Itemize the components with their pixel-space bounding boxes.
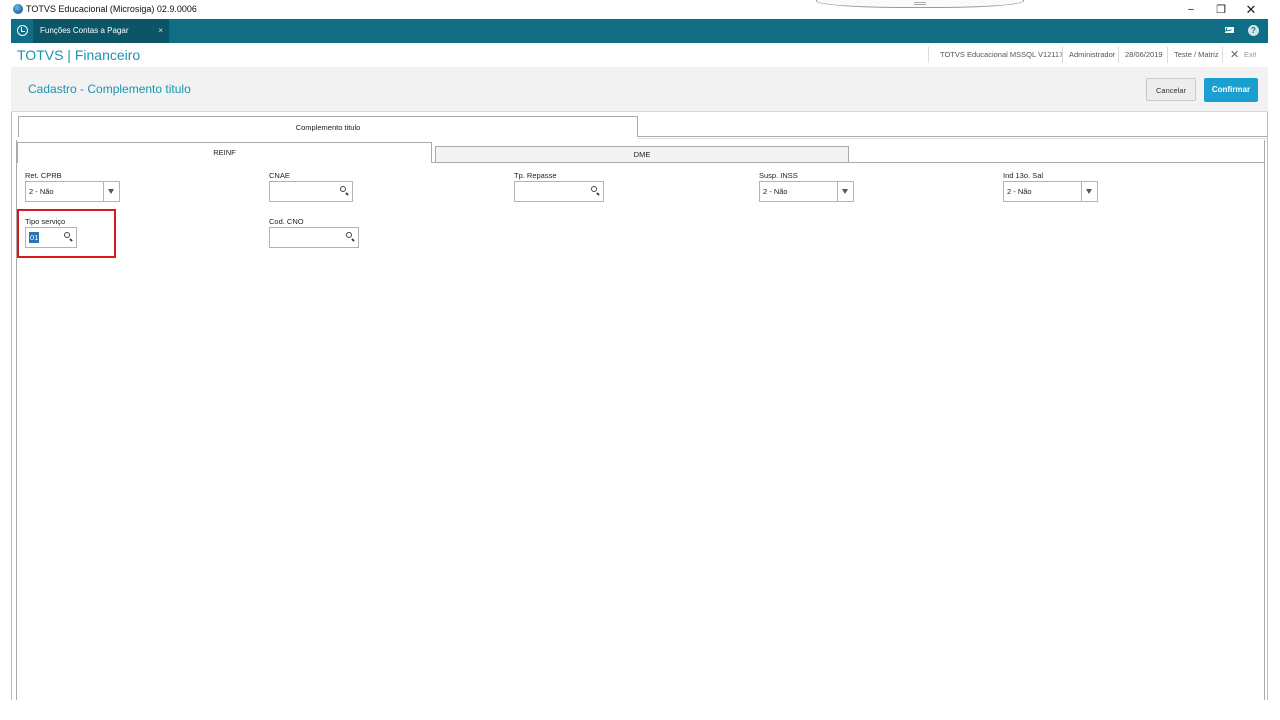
ret-cprb-value: 2 - Não	[29, 187, 54, 196]
drag-handle[interactable]	[816, 0, 1024, 8]
cnae-input[interactable]	[269, 181, 353, 202]
search-icon[interactable]	[591, 186, 599, 196]
help-icon[interactable]: ?	[1248, 25, 1259, 36]
window-titlebar: TOTVS Educacional (Microsiga) 02.9.0006 …	[0, 0, 1280, 19]
exit-link[interactable]: Exit	[1244, 43, 1257, 67]
page-header: Cadastro - Complemento titulo Cancelar C…	[11, 67, 1268, 112]
app-globe-icon	[13, 4, 23, 14]
cnae-label: CNAE	[269, 171, 290, 180]
maximize-button[interactable]: ❐	[1213, 2, 1229, 18]
tab-dme[interactable]: DME	[435, 146, 849, 163]
susp-inss-value: 2 - Não	[763, 187, 788, 196]
home-icon[interactable]	[17, 25, 28, 36]
divider	[432, 162, 1265, 163]
divider	[1167, 47, 1168, 63]
divider	[1062, 47, 1063, 63]
confirm-button[interactable]: Confirmar	[1204, 78, 1258, 102]
cod-cno-label: Cod. CNO	[269, 217, 304, 226]
minimize-button[interactable]: −	[1183, 2, 1199, 18]
ind-13o-sal-value: 2 - Não	[1007, 187, 1032, 196]
susp-inss-label: Susp. INSS	[759, 171, 798, 180]
highlight-box	[17, 209, 116, 258]
divider	[1118, 47, 1119, 63]
search-icon[interactable]	[346, 232, 354, 242]
page-title: Cadastro - Complemento titulo	[28, 82, 191, 96]
ret-cprb-select[interactable]: 2 - Não	[25, 181, 120, 202]
dropdown-button[interactable]	[103, 182, 119, 201]
dropdown-button[interactable]	[837, 182, 853, 201]
exit-icon[interactable]: ✕	[1230, 48, 1239, 61]
divider	[638, 138, 1267, 139]
divider	[638, 136, 1267, 137]
tp-repasse-input[interactable]	[514, 181, 604, 202]
tp-repasse-label: Tp. Repasse	[514, 171, 557, 180]
ind-13o-sal-label: Ind 13o. Sal	[1003, 171, 1044, 180]
cancel-button[interactable]: Cancelar	[1146, 78, 1196, 101]
environment-info[interactable]: TOTVS Educacional MSSQL V12117	[940, 43, 1063, 67]
chevron-down-icon	[108, 189, 114, 194]
dropdown-button[interactable]	[1081, 182, 1097, 201]
cod-cno-input[interactable]	[269, 227, 359, 248]
divider	[928, 47, 929, 63]
divider	[1222, 47, 1223, 63]
susp-inss-select[interactable]: 2 - Não	[759, 181, 854, 202]
app-tab-bar: Funções Contas a Pagar [02.9.0006] × ?	[11, 19, 1268, 59]
close-button[interactable]: ✕	[1243, 2, 1259, 18]
date-info[interactable]: 28/06/2019	[1125, 43, 1163, 67]
mail-icon[interactable]	[1225, 27, 1234, 33]
ind-13o-sal-select[interactable]: 2 - Não	[1003, 181, 1098, 202]
module-header: TOTVS | Financeiro TOTVS Educacional MSS…	[11, 43, 1268, 68]
tab-reinf[interactable]: REINF	[17, 142, 432, 163]
tab-complemento-titulo[interactable]: Complemento titulo	[18, 116, 638, 137]
chevron-down-icon	[842, 189, 848, 194]
branch-info[interactable]: Teste / Matriz	[1174, 43, 1219, 67]
tab-close-icon[interactable]: ×	[158, 19, 163, 43]
chevron-down-icon	[1086, 189, 1092, 194]
module-title: TOTVS | Financeiro	[17, 47, 141, 63]
user-info[interactable]: Administrador	[1069, 43, 1115, 67]
tab-content: REINF DME	[16, 140, 1265, 700]
window-title: TOTVS Educacional (Microsiga) 02.9.0006	[26, 4, 197, 14]
search-icon[interactable]	[340, 186, 348, 196]
grip-icon	[914, 2, 926, 5]
tab-funcoes-contas-pagar[interactable]: Funções Contas a Pagar [02.9.0006] ×	[33, 19, 169, 59]
ret-cprb-label: Ret. CPRB	[25, 171, 62, 180]
